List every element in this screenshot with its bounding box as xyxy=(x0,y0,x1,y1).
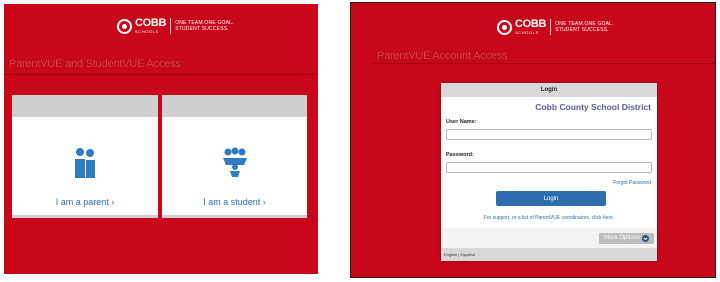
logo-slogan: ONE TEAM.ONE GOAL. STUDENT SUCCESS. xyxy=(175,20,234,32)
support-link[interactable]: For support, or a list of ParentVUE coor… xyxy=(441,215,657,221)
title-divider xyxy=(4,74,318,75)
parent-card[interactable]: I am a parent › xyxy=(12,95,158,218)
parentvue-studentvue-panel: COBB SCHOOLS ONE TEAM.ONE GOAL. STUDENT … xyxy=(4,4,318,274)
title-divider xyxy=(373,63,715,64)
cobb-schools-logo: COBB SCHOOLS ONE TEAM.ONE GOAL. STUDENT … xyxy=(497,19,614,35)
logo-slogan: ONE TEAM.ONE GOAL. STUDENT SUCCESS. xyxy=(555,21,614,33)
logo-sub: SCHOOLS xyxy=(135,29,159,34)
page-title: ParentVUE Account Access xyxy=(377,50,508,62)
language-espanol-link[interactable]: Español xyxy=(460,252,474,257)
cobb-schools-logo: COBB SCHOOLS ONE TEAM.ONE GOAL. STUDENT … xyxy=(117,18,234,34)
parentvue-login-panel: COBB SCHOOLS ONE TEAM.ONE GOAL. STUDENT … xyxy=(350,2,716,278)
username-label: User Name: xyxy=(446,119,477,125)
parent-card-label[interactable]: I am a parent › xyxy=(12,197,158,207)
parent-figures-icon xyxy=(75,148,95,178)
language-footer: English | Español xyxy=(441,248,657,261)
more-options-button[interactable]: More Options xyxy=(598,233,654,244)
district-name: Cobb County School District xyxy=(535,102,651,112)
login-header: Login xyxy=(441,83,657,97)
student-group-icon xyxy=(222,147,247,177)
page-title: ParentVUE and StudentVUE Access xyxy=(9,58,181,70)
student-card[interactable]: I am a student › xyxy=(162,95,307,218)
forgot-password-link[interactable]: Forgot Password xyxy=(613,180,651,186)
logo-word: COBB xyxy=(515,18,547,30)
logo-sub: SCHOOLS xyxy=(515,30,539,35)
student-card-label[interactable]: I am a student › xyxy=(162,197,307,207)
cobb-logo-mark-icon xyxy=(117,18,132,34)
username-input[interactable] xyxy=(446,129,652,140)
language-english-link[interactable]: English xyxy=(444,252,457,257)
logo-word: COBB xyxy=(135,17,167,29)
password-label: Password: xyxy=(446,152,474,158)
login-button[interactable]: Login xyxy=(496,191,606,206)
options-bar: More Options xyxy=(441,228,657,248)
cobb-logo-mark-icon xyxy=(497,19,512,35)
login-card: Login Cobb County School District User N… xyxy=(441,83,657,261)
chevron-down-icon xyxy=(642,235,649,242)
password-input[interactable] xyxy=(446,162,652,173)
